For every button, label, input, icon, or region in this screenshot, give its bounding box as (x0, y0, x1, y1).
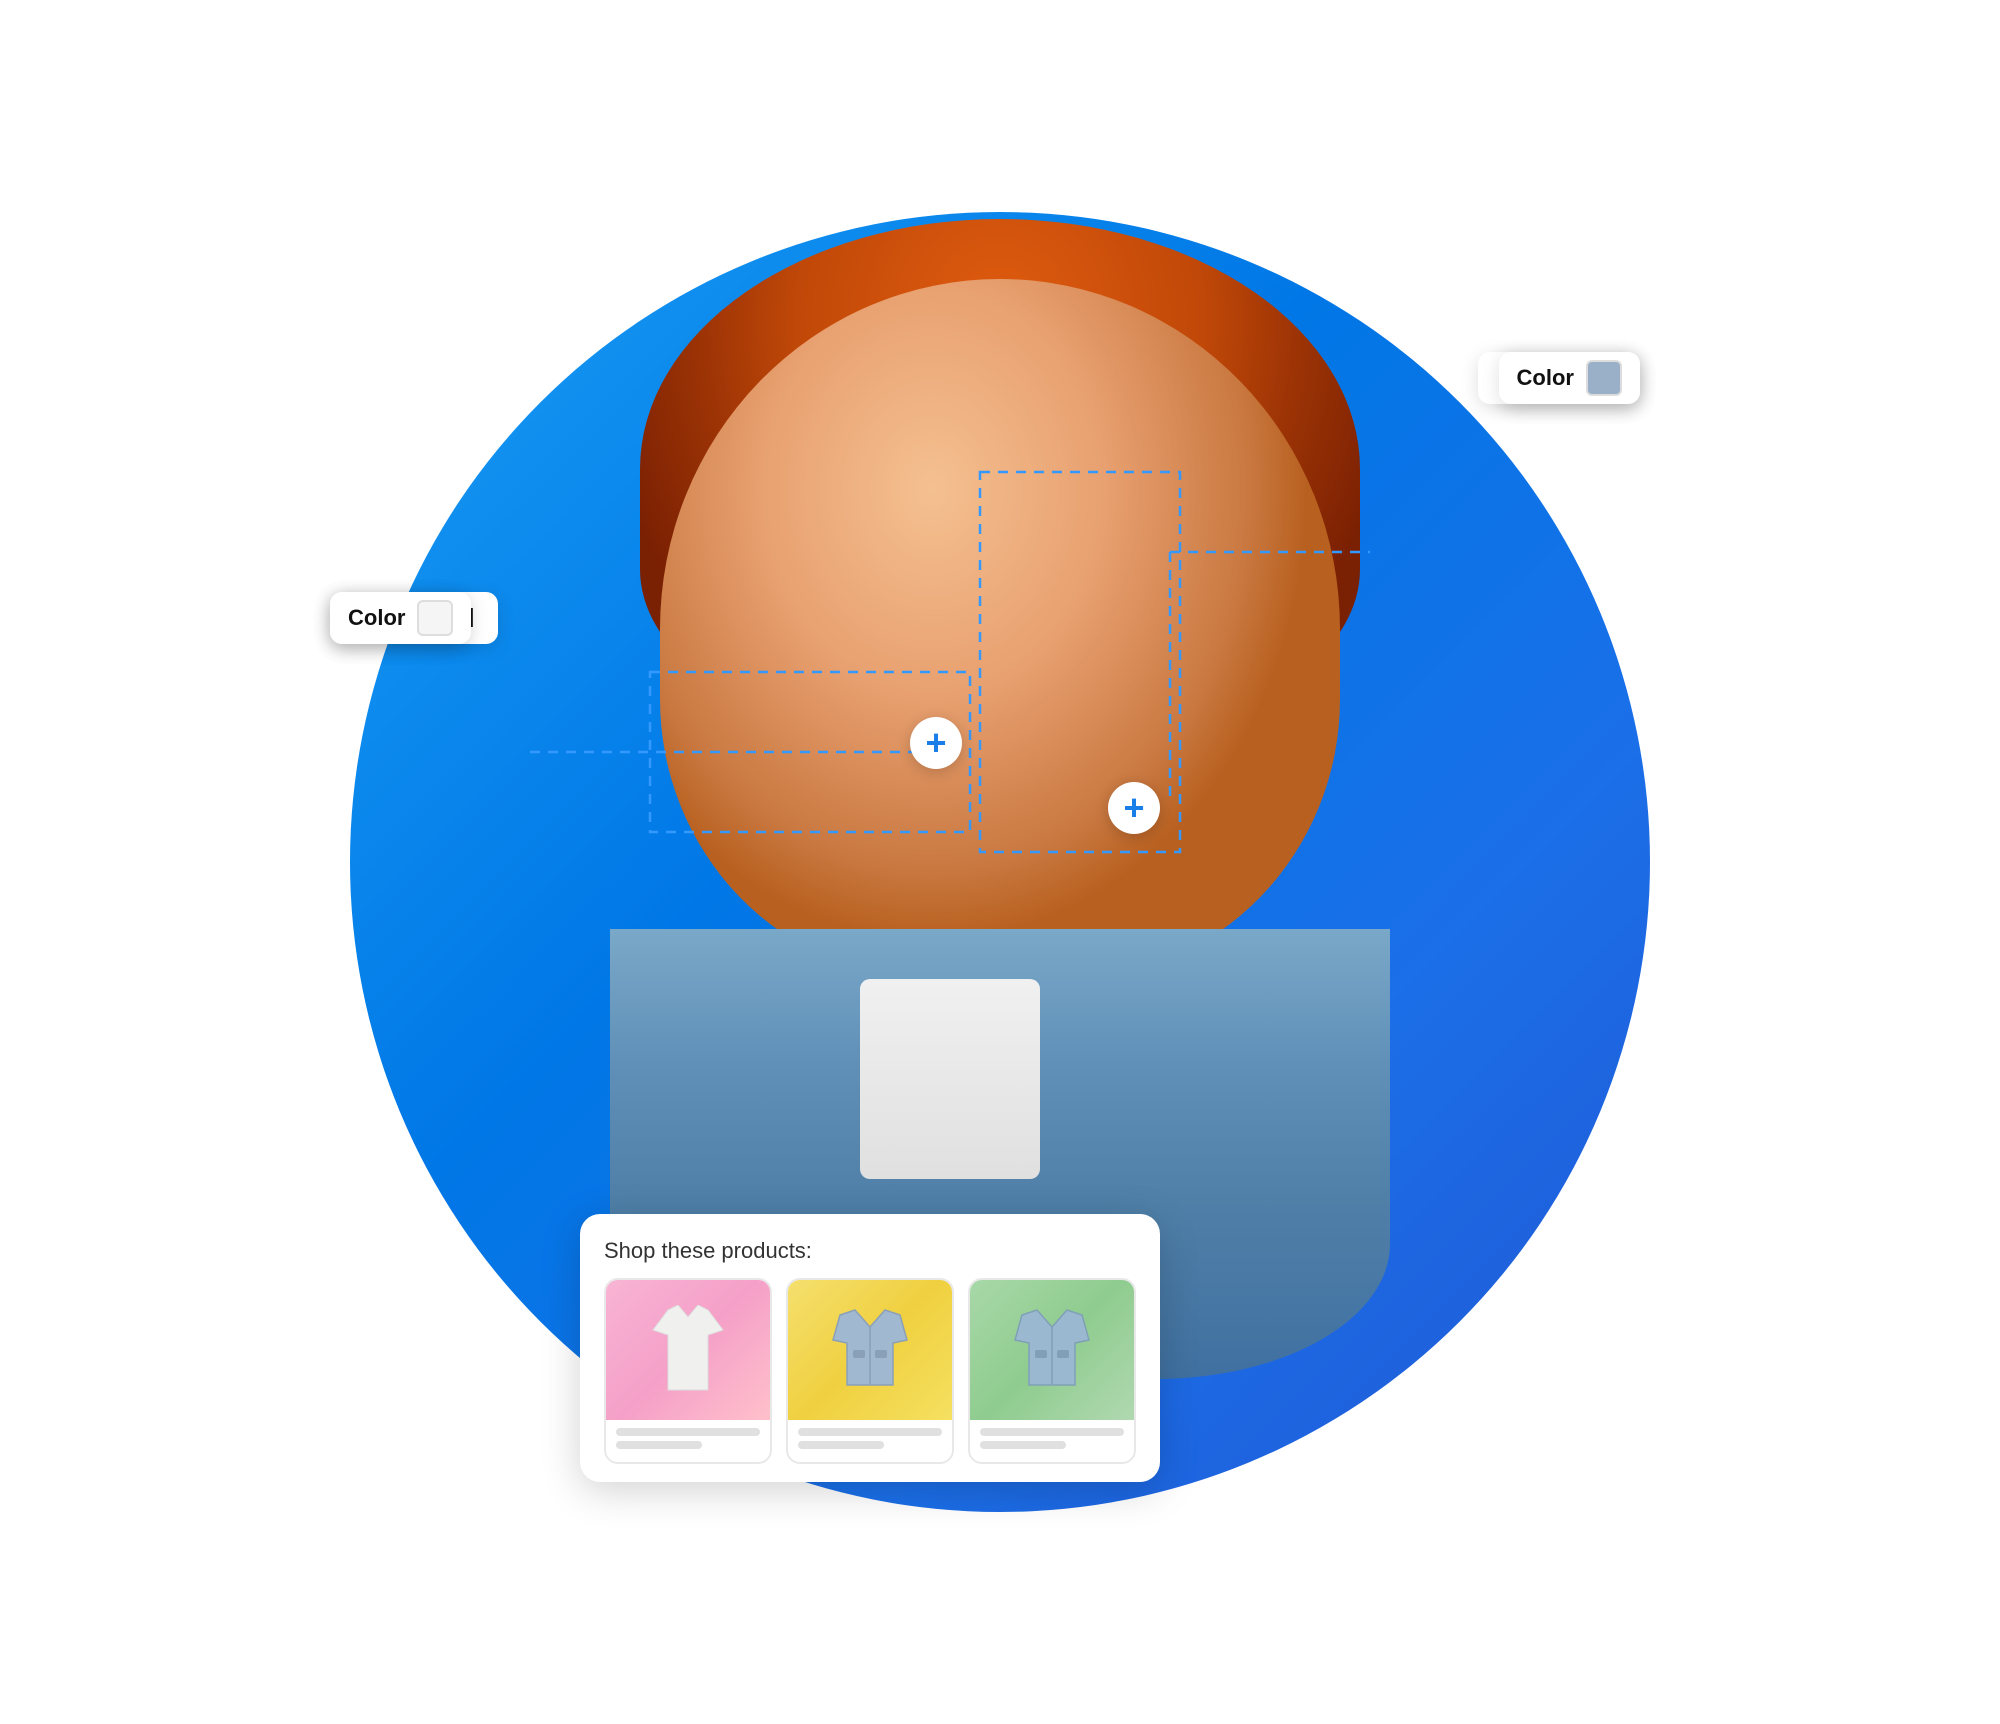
shirt-plus-button[interactable]: + (910, 717, 962, 769)
person-face (660, 279, 1340, 979)
product-list (604, 1278, 1136, 1464)
product-bar-3 (798, 1428, 942, 1436)
product-bar-6 (980, 1441, 1066, 1449)
right-tag-group: DENIM JACKET Color (1499, 352, 1640, 404)
shirt-icon (648, 1305, 728, 1395)
product-info-shirt (606, 1420, 770, 1462)
shirt-color-tag[interactable]: Color (330, 592, 471, 644)
product-info-jacket1 (788, 1420, 952, 1462)
product-card-shirt[interactable] (604, 1278, 772, 1464)
product-bar-1 (616, 1428, 760, 1436)
shirt-color-swatch[interactable] (417, 600, 453, 636)
product-img-shirt (606, 1280, 770, 1420)
left-tag-group: COTTON SHIRT Color (330, 592, 471, 644)
jacket-icon-2 (1007, 1305, 1097, 1395)
jacket-color-tag[interactable]: Color (1499, 352, 1640, 404)
product-bar-5 (980, 1428, 1124, 1436)
jacket-color-label: Color (1517, 365, 1574, 391)
jacket-icon-1 (825, 1305, 915, 1395)
product-bar-4 (798, 1441, 884, 1449)
product-bar-2 (616, 1441, 702, 1449)
product-img-jacket1 (788, 1280, 952, 1420)
jacket-plus-button[interactable]: + (1108, 782, 1160, 834)
shop-title: Shop these products: (604, 1238, 1136, 1264)
color-label: Color (348, 605, 405, 631)
shop-panel: Shop these products: (580, 1214, 1160, 1482)
product-img-jacket2 (970, 1280, 1134, 1420)
jacket-color-swatch[interactable] (1586, 360, 1622, 396)
product-card-jacket2[interactable] (968, 1278, 1136, 1464)
main-scene: COTTON SHIRT Color DENIM JACKET Color + … (300, 162, 1700, 1562)
product-card-jacket1[interactable] (786, 1278, 954, 1464)
product-info-jacket2 (970, 1420, 1134, 1462)
person-shirt (860, 979, 1040, 1179)
